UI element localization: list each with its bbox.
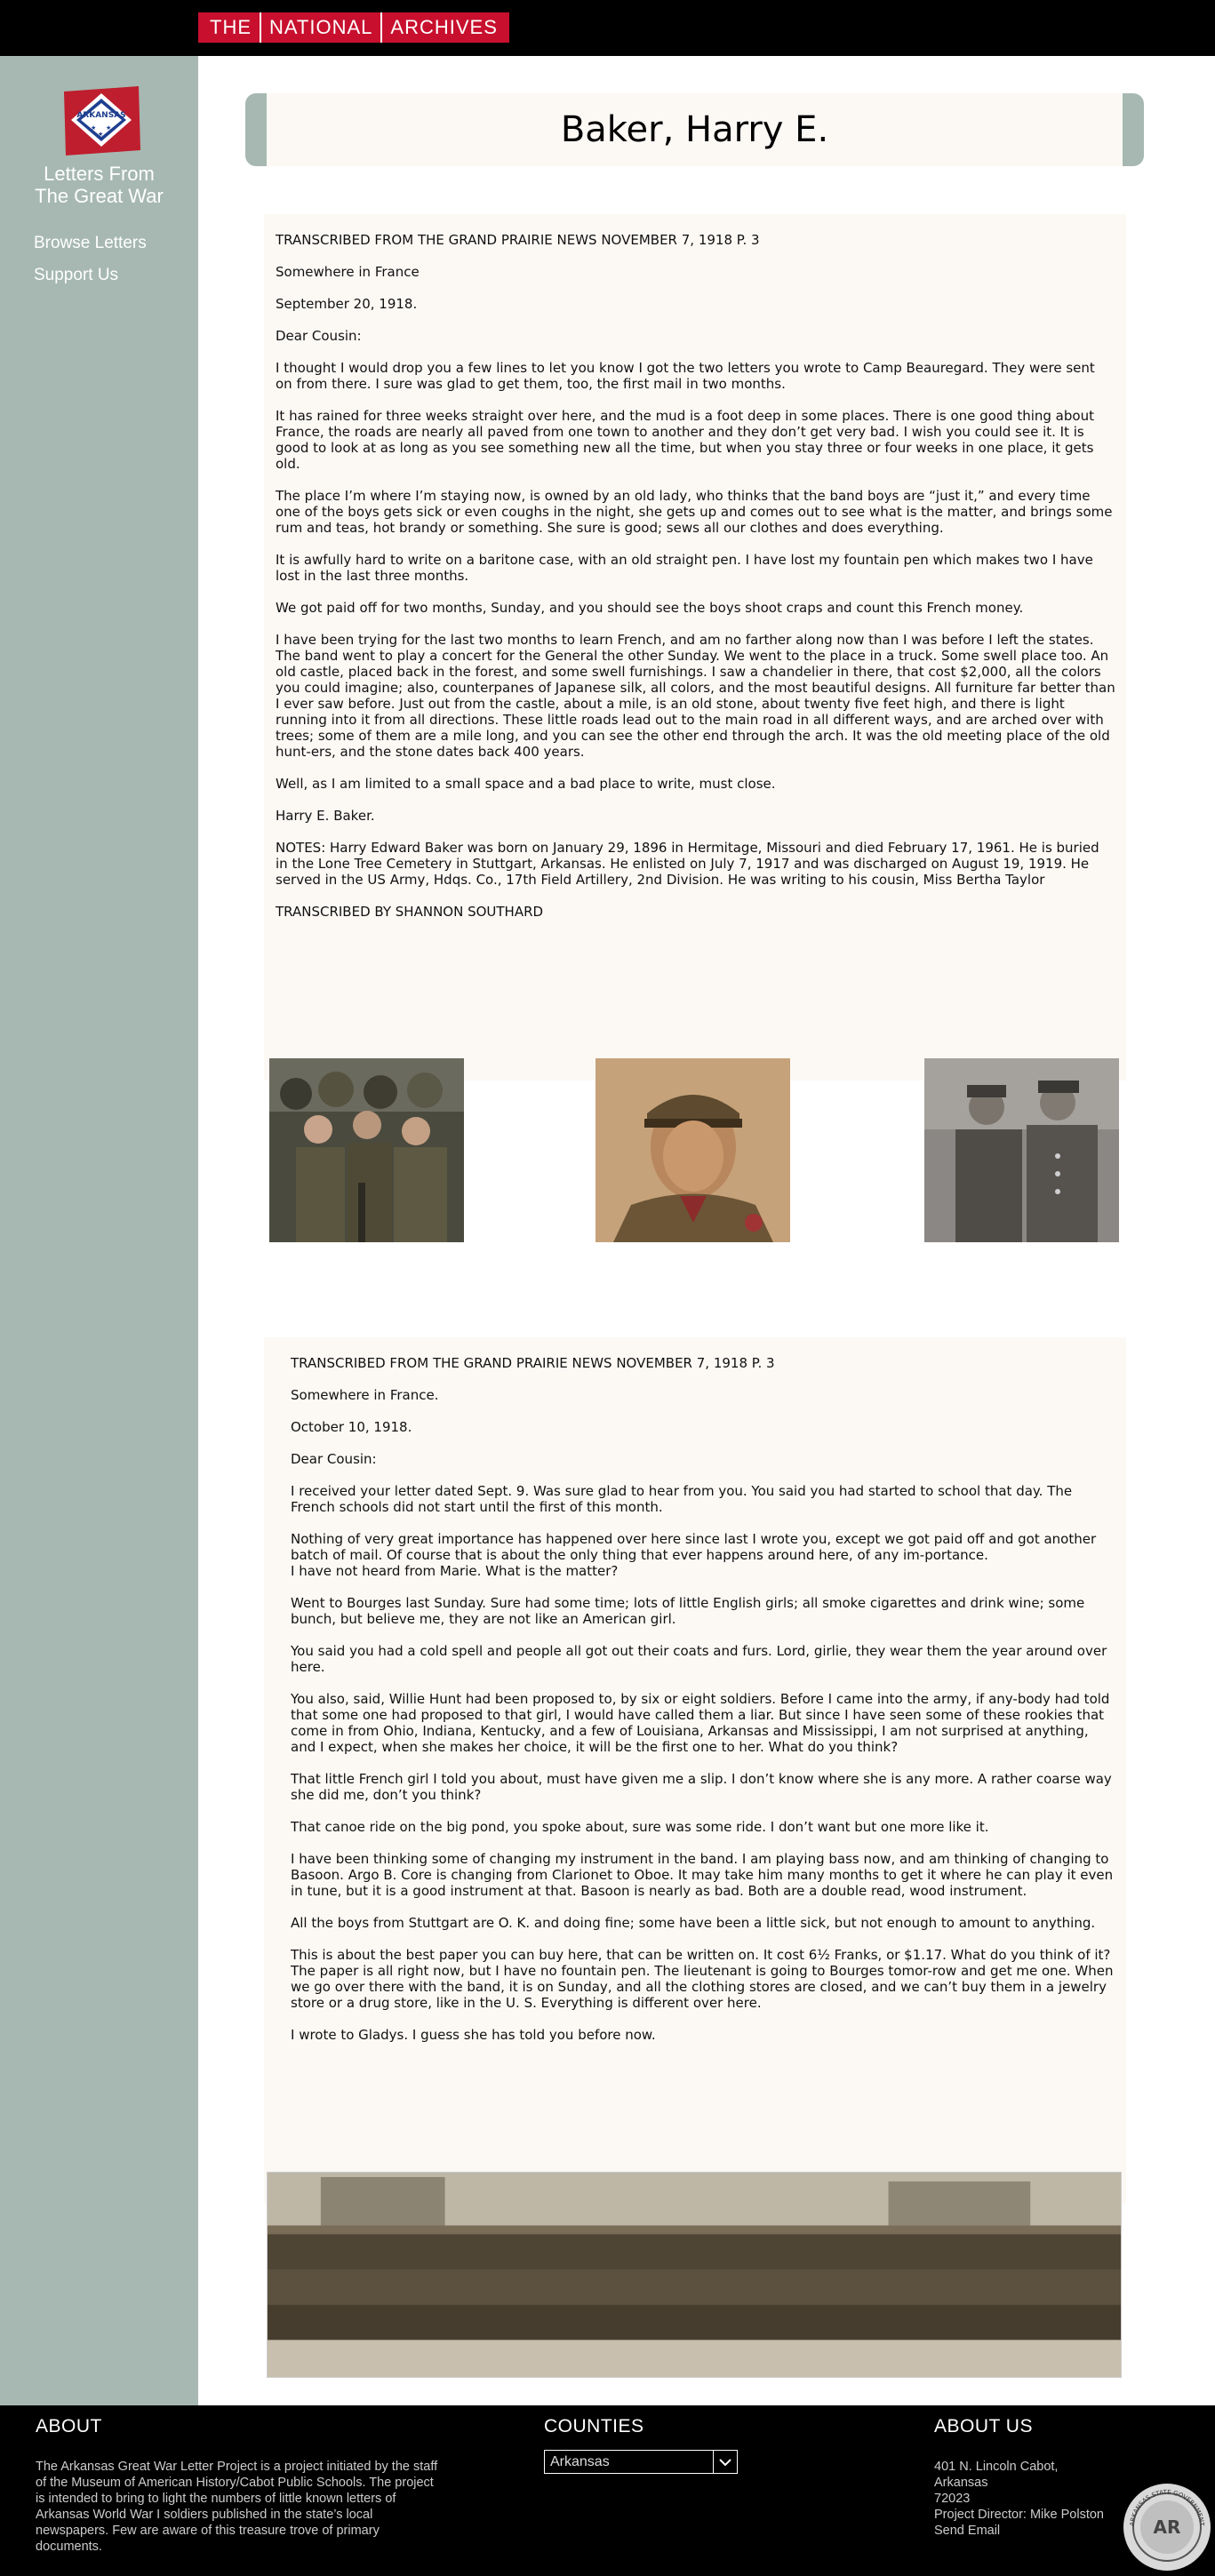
- photo-two-soldiers[interactable]: [924, 1058, 1119, 1242]
- site-title-line2: The Great War: [35, 185, 164, 207]
- letter-paragraph: Somewhere in France: [276, 264, 420, 280]
- svg-text:★: ★: [106, 124, 111, 132]
- letter-paragraph: Nothing of very great importance has hap…: [291, 1531, 1097, 1563]
- nav-browse-letters[interactable]: Browse Letters: [34, 234, 147, 253]
- letter-paragraph: Dear Cousin:: [291, 1451, 377, 1467]
- arkansas-state-seal-logo[interactable]: AR ARKANSAS STATE GOVERNMENT: [1122, 2482, 1212, 2572]
- letter-paragraph: TRANSCRIBED FROM THE GRAND PRAIRIE NEWS …: [291, 1355, 775, 1371]
- letter-paragraph: September 20, 1918.: [276, 296, 418, 312]
- arkansas-flag-logo[interactable]: ARKANSAS ★ ★ ★: [57, 83, 146, 158]
- svg-text:ARKANSAS: ARKANSAS: [76, 111, 125, 120]
- letter-paragraph: You also, said, Willie Hunt had been pro…: [291, 1691, 1110, 1755]
- letter-paragraph: I have not heard from Marie. What is the…: [291, 1563, 619, 1579]
- county-selected-value: Arkansas: [550, 2454, 610, 2469]
- footer-about-heading: ABOUT: [36, 2416, 102, 2436]
- chevron-down-icon[interactable]: [713, 2451, 737, 2473]
- page-title: Baker, Harry E.: [560, 109, 829, 150]
- letter-paragraph: October 10, 1918.: [291, 1419, 412, 1435]
- national-archives-logo[interactable]: THE NATIONAL ARCHIVES: [198, 12, 509, 43]
- letter-paragraph: I have been thinking some of changing my…: [291, 1851, 1114, 1899]
- nav-support-us[interactable]: Support Us: [34, 266, 147, 285]
- letter-paragraph: You said you had a cold spell and people…: [291, 1643, 1107, 1675]
- footer-counties-heading: COUNTIES: [544, 2416, 644, 2436]
- letter-paragraph: That little French girl I told you about…: [291, 1771, 1112, 1803]
- logo-word-national: NATIONAL: [260, 12, 380, 43]
- site-title[interactable]: Letters From The Great War: [0, 163, 198, 207]
- letter-paragraph: Dear Cousin:: [276, 328, 362, 344]
- title-banner-inner: Baker, Harry E.: [267, 93, 1123, 166]
- letter-paragraph: All the boys from Stuttgart are O. K. an…: [291, 1915, 1096, 1931]
- logo-word-the: THE: [210, 16, 252, 38]
- svg-text:★: ★: [98, 131, 103, 138]
- letter-paragraph: The place I’m where I’m staying now, is …: [276, 488, 1113, 536]
- letter-paragraph: TRANSCRIBED FROM THE GRAND PRAIRIE NEWS …: [276, 232, 760, 248]
- letter-paragraph: This is about the best paper you can buy…: [291, 1947, 1114, 2011]
- photo-panoramic-regiment[interactable]: [267, 2172, 1122, 2378]
- footer: ABOUT The Arkansas Great War Letter Proj…: [0, 2405, 1215, 2576]
- letter-paragraph: Somewhere in France.: [291, 1387, 439, 1403]
- site-title-line1: Letters From: [44, 163, 155, 185]
- photo-soldier-portrait[interactable]: [596, 1058, 790, 1242]
- address-line2: 72023: [934, 2492, 971, 2506]
- footer-about-text: The Arkansas Great War Letter Project is…: [36, 2460, 438, 2554]
- letter-paragraph: Well, as I am limited to a small space a…: [276, 776, 776, 792]
- letter-paragraph: Harry E. Baker.: [276, 808, 375, 824]
- main-content: Baker, Harry E. TRANSCRIBED FROM THE GRA…: [198, 56, 1215, 2405]
- address-line1: 401 N. Lincoln Cabot, Arkansas: [934, 2460, 1059, 2490]
- letter-paragraph: That canoe ride on the big pond, you spo…: [291, 1819, 989, 1835]
- letter-notes: NOTES: Harry Edward Baker was born on Ja…: [276, 840, 1099, 888]
- title-banner: Baker, Harry E.: [245, 93, 1144, 166]
- letter-transcription-1: TRANSCRIBED FROM THE GRAND PRAIRIE NEWS …: [264, 214, 1126, 1081]
- letter-paragraph: I received your letter dated Sept. 9. Wa…: [291, 1483, 1073, 1515]
- letter-paragraph: I wrote to Gladys. I guess she has told …: [291, 2027, 656, 2043]
- project-director: Project Director: Mike Polston: [934, 2508, 1104, 2522]
- logo-word-archives: ARCHIVES: [380, 12, 505, 43]
- letter-paragraph: It is awfully hard to write on a bariton…: [276, 552, 1093, 584]
- photo-soldiers-group[interactable]: [269, 1058, 464, 1242]
- send-email-link[interactable]: Send Email: [934, 2523, 1112, 2539]
- transcriber-credit: TRANSCRIBED BY SHANNON SOUTHARD: [276, 904, 544, 920]
- county-select[interactable]: Arkansas: [544, 2450, 738, 2474]
- top-bar: THE NATIONAL ARCHIVES: [0, 0, 1215, 56]
- letter-paragraph: The band went to play a concert for the …: [276, 648, 1115, 760]
- letter-paragraph: I thought I would drop you a few lines t…: [276, 360, 1095, 392]
- letter-paragraph: It has rained for three weeks straight o…: [276, 408, 1094, 472]
- letter-paragraph: Went to Bourges last Sunday. Sure had so…: [291, 1595, 1085, 1627]
- svg-text:★: ★: [91, 124, 96, 132]
- footer-contact: 401 N. Lincoln Cabot, Arkansas 72023 Pro…: [934, 2459, 1112, 2539]
- svg-text:AR: AR: [1154, 2516, 1181, 2538]
- letter-paragraph: I have been trying for the last two mont…: [276, 632, 1094, 648]
- letter-transcription-2: TRANSCRIBED FROM THE GRAND PRAIRIE NEWS …: [264, 1337, 1126, 2204]
- footer-about-us-heading: ABOUT US: [934, 2416, 1033, 2436]
- letter-paragraph: We got paid off for two months, Sunday, …: [276, 600, 1024, 616]
- sidebar-nav: Browse Letters Support Us: [34, 234, 147, 298]
- sidebar: ARKANSAS ★ ★ ★ Letters From The Great Wa…: [0, 56, 198, 2405]
